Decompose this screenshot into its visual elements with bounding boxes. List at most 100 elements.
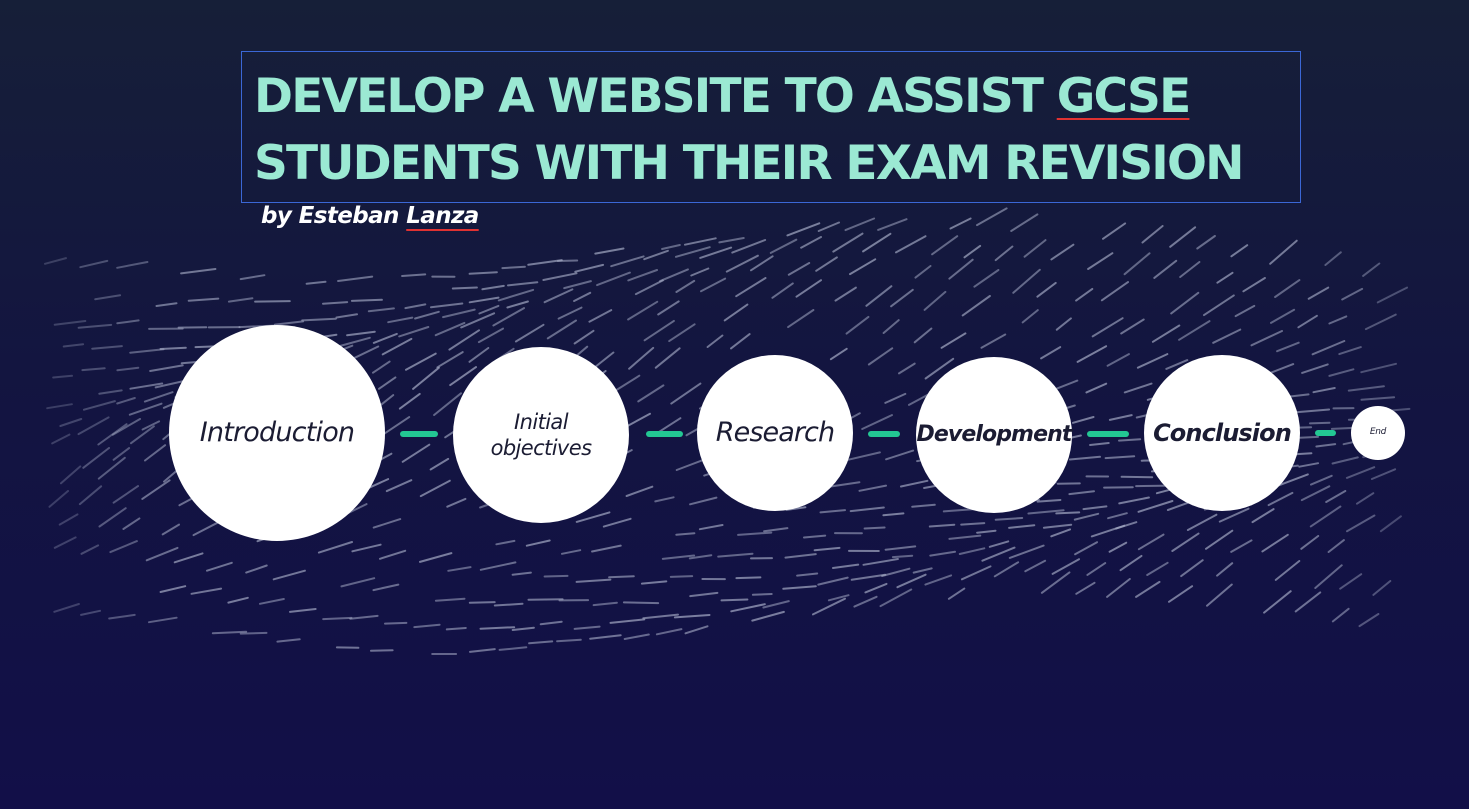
dash-mark — [832, 232, 864, 253]
dash-mark — [148, 616, 178, 624]
dash-mark — [1360, 396, 1396, 401]
dash-mark — [442, 308, 476, 319]
dash-mark — [637, 384, 665, 403]
dash-mark — [960, 522, 986, 526]
dash-mark — [81, 367, 106, 372]
dash-mark — [885, 449, 915, 461]
dash-mark — [143, 391, 174, 403]
topic-initial-objectives[interactable]: Initial objectives — [453, 347, 629, 523]
dash-mark — [1307, 286, 1330, 300]
dash-mark — [501, 265, 526, 270]
dash-mark — [468, 347, 490, 363]
dash-mark — [627, 269, 658, 282]
dash-mark — [1312, 387, 1336, 394]
dash-mark — [272, 569, 306, 581]
dash-mark — [144, 444, 167, 462]
topic-research[interactable]: Research — [697, 355, 853, 511]
dash-mark — [573, 291, 592, 302]
dash-mark — [479, 626, 516, 630]
dash-mark — [122, 517, 141, 530]
dash-mark — [574, 263, 605, 273]
dash-mark — [661, 244, 681, 250]
dash-mark — [419, 479, 451, 498]
dash-mark — [763, 527, 789, 533]
dash-mark — [1311, 340, 1346, 356]
dash-mark — [1082, 505, 1108, 511]
dash-mark — [514, 323, 545, 343]
dash-mark — [339, 336, 371, 347]
dash-mark — [543, 574, 569, 578]
dash-mark — [861, 414, 893, 430]
dash-mark — [469, 648, 496, 653]
dash-mark — [1212, 328, 1242, 344]
dash-mark — [949, 217, 972, 230]
dash-mark — [543, 288, 574, 304]
dash-mark — [1153, 259, 1178, 279]
dash-mark — [1012, 268, 1041, 294]
dash-mark — [511, 571, 532, 576]
path-connector — [646, 431, 683, 437]
dash-mark — [159, 346, 187, 350]
topic-conclusion[interactable]: Conclusion — [1144, 355, 1300, 511]
dash-mark — [675, 246, 711, 258]
dash-mark — [819, 509, 846, 514]
dash-mark — [1293, 408, 1331, 414]
dash-mark — [527, 259, 563, 266]
dash-mark — [1141, 225, 1164, 244]
dash-mark — [592, 601, 618, 607]
title-frame[interactable]: DEVELOP A WEBSITE TO ASSIST GCSE STUDENT… — [241, 51, 1301, 203]
dash-mark — [1261, 533, 1289, 553]
dash-mark — [1300, 485, 1331, 502]
dash-mark — [1203, 294, 1235, 317]
dash-mark — [112, 447, 131, 461]
dash-mark — [622, 601, 660, 605]
dash-mark — [879, 588, 913, 608]
dash-mark — [988, 540, 1010, 548]
dash-mark — [993, 561, 1020, 578]
dash-mark — [625, 485, 654, 497]
dash-mark — [370, 649, 394, 652]
dash-mark — [346, 330, 376, 337]
dash-mark — [511, 626, 535, 631]
dash-mark — [1042, 523, 1073, 529]
dash-mark — [829, 347, 848, 361]
dash-mark — [1325, 490, 1347, 503]
dash-mark — [1216, 562, 1234, 577]
dash-mark — [350, 298, 383, 302]
dash-mark — [689, 591, 719, 598]
dash-mark — [419, 552, 453, 563]
dash-mark — [1051, 558, 1080, 575]
dash-mark — [525, 539, 551, 547]
dash-mark — [468, 296, 500, 304]
dash-mark — [1123, 252, 1151, 276]
dash-mark — [1331, 456, 1359, 465]
dash-mark — [627, 300, 659, 321]
dash-mark — [1123, 382, 1153, 394]
dash-mark — [1055, 317, 1072, 331]
dash-mark — [610, 255, 645, 268]
dash-mark — [890, 288, 914, 308]
dash-mark — [372, 518, 402, 529]
dash-mark — [881, 567, 911, 577]
topic-development[interactable]: Development — [916, 357, 1072, 513]
dash-mark — [97, 456, 126, 480]
dash-mark — [367, 307, 395, 313]
dash-mark — [1024, 559, 1047, 573]
dash-mark — [317, 541, 353, 554]
dash-mark — [675, 532, 696, 536]
dash-mark — [1180, 559, 1204, 578]
dash-mark — [77, 416, 110, 436]
dash-mark — [53, 320, 87, 326]
topic-end[interactable]: End — [1351, 406, 1405, 460]
topic-introduction[interactable]: Introduction — [169, 325, 385, 541]
dash-mark — [1054, 379, 1079, 391]
dash-mark — [161, 523, 180, 536]
dash-mark — [1076, 345, 1108, 363]
dash-mark — [947, 587, 966, 600]
dash-mark — [659, 268, 689, 283]
dash-mark — [668, 323, 696, 343]
dash-mark — [1339, 573, 1363, 590]
dash-mark — [1108, 541, 1128, 553]
dash-mark — [786, 222, 821, 237]
dash-mark — [94, 294, 122, 301]
